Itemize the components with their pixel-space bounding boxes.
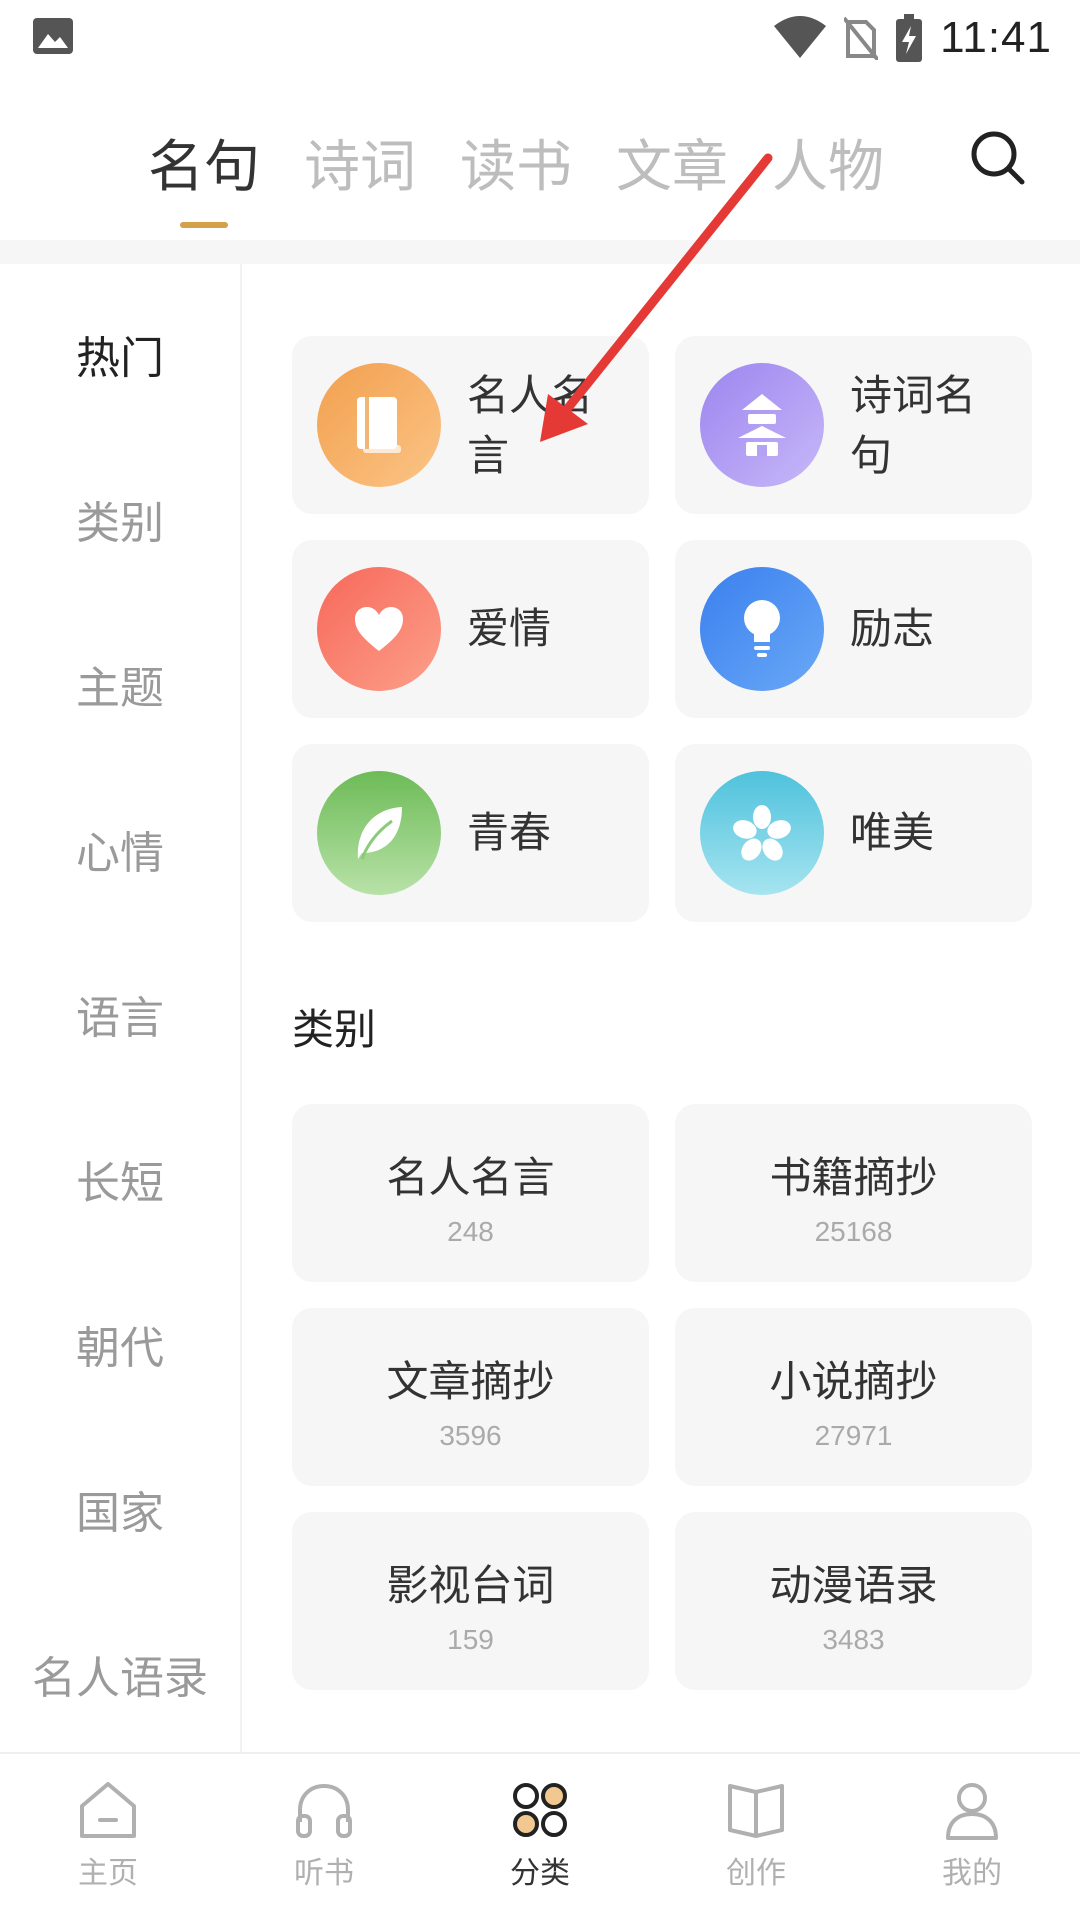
bottom-nav-category[interactable]: 分类: [432, 1778, 648, 1892]
bottom-nav-label: 创作: [726, 1856, 786, 1891]
status-bar: 11:41: [0, 0, 1080, 75]
bottom-nav-label: 听书: [294, 1856, 354, 1891]
category-name: 动漫语录: [769, 1561, 938, 1610]
tab-reading[interactable]: 读书: [460, 122, 572, 203]
nav-item-mood[interactable]: 心情: [0, 817, 240, 881]
hot-card-love[interactable]: 爱情: [292, 540, 649, 718]
category-count: 25168: [814, 1216, 893, 1247]
hot-card-label: 青春: [467, 808, 552, 857]
category-card[interactable]: 动漫语录 3483: [675, 1512, 1032, 1690]
category-card[interactable]: 影视台词 159: [292, 1512, 649, 1690]
no-sim-icon: [844, 16, 879, 60]
hot-card-celebrity-quotes[interactable]: 名人名言: [292, 336, 649, 514]
nav-item-length[interactable]: 长短: [0, 1147, 240, 1211]
left-category-nav: 热门 类别 主题 心情 语言 长短 朝代 国家 名人语录: [0, 264, 242, 1752]
flower-icon: [700, 771, 824, 895]
bottom-nav-bar: 主页 听书 分类 创作 我的: [0, 1752, 1080, 1920]
hot-card-label: 名人名言: [467, 371, 594, 480]
hot-card-label: 爱情: [467, 604, 552, 653]
category-card[interactable]: 名人名言 248: [292, 1104, 649, 1282]
bottom-nav-label: 分类: [510, 1856, 570, 1891]
hot-card-label: 诗词名句: [850, 371, 977, 480]
heart-icon: [317, 567, 441, 691]
category-name: 书籍摘抄: [769, 1153, 938, 1202]
image-notification-icon: [33, 18, 73, 54]
hot-card-label: 唯美: [850, 808, 935, 857]
category-card[interactable]: 小说摘抄 27971: [675, 1308, 1032, 1486]
book-icon: [317, 363, 441, 487]
category-card[interactable]: 书籍摘抄 25168: [675, 1104, 1032, 1282]
lightbulb-icon: [700, 567, 824, 691]
hot-card-youth[interactable]: 青春: [292, 744, 649, 922]
header-divider: [0, 240, 1080, 264]
bottom-nav-create[interactable]: 创作: [648, 1778, 864, 1892]
hot-card-poem-quotes[interactable]: 诗词名句: [675, 336, 1032, 514]
wifi-icon: [774, 16, 827, 58]
category-count: 27971: [814, 1420, 893, 1451]
category-name: 影视台词: [386, 1561, 555, 1610]
battery-charging-icon: [896, 14, 923, 62]
nav-item-theme[interactable]: 主题: [0, 652, 240, 716]
category-grid-icon: [513, 1783, 567, 1837]
tab-people[interactable]: 人物: [772, 122, 884, 203]
tab-quotes[interactable]: 名句: [148, 122, 260, 203]
open-book-icon: [728, 1784, 784, 1838]
category-count: 3596: [439, 1420, 502, 1451]
status-time: 11:41: [940, 13, 1052, 62]
bottom-nav-label: 主页: [78, 1856, 138, 1891]
tab-poems[interactable]: 诗词: [304, 122, 416, 203]
category-name: 文章摘抄: [386, 1357, 555, 1406]
nav-item-dynasty[interactable]: 朝代: [0, 1312, 240, 1376]
top-tab-bar: 名句 诗词 读书 文章 人物: [0, 112, 1080, 242]
nav-item-category[interactable]: 类别: [0, 487, 240, 551]
home-icon: [80, 1782, 136, 1838]
hot-card-aesthetic[interactable]: 唯美: [675, 744, 1032, 922]
nav-item-language[interactable]: 语言: [0, 982, 240, 1046]
nav-item-hot[interactable]: 热门: [0, 322, 240, 386]
bottom-nav-profile[interactable]: 我的: [864, 1778, 1080, 1892]
category-name: 名人名言: [386, 1153, 555, 1202]
pagoda-icon: [700, 363, 824, 487]
category-count: 3483: [822, 1624, 885, 1655]
user-icon: [946, 1783, 998, 1840]
tab-articles[interactable]: 文章: [616, 122, 728, 203]
category-count: 159: [447, 1624, 494, 1655]
category-name: 小说摘抄: [769, 1357, 938, 1406]
search-icon[interactable]: [968, 128, 1028, 188]
category-count: 248: [447, 1216, 494, 1247]
bottom-nav-home[interactable]: 主页: [0, 1778, 216, 1892]
hot-card-inspiration[interactable]: 励志: [675, 540, 1032, 718]
category-card[interactable]: 文章摘抄 3596: [292, 1308, 649, 1486]
headphones-icon: [296, 1783, 352, 1838]
active-tab-indicator: [180, 222, 228, 228]
section-title-category: 类别: [292, 1005, 377, 1054]
content-panel: 名人名言 诗词名句 爱情 励志 青春 唯美 类别 名人名言 248 书籍摘抄 2…: [242, 264, 1080, 1752]
bottom-nav-audiobook[interactable]: 听书: [216, 1778, 432, 1892]
nav-item-celebrity-quotes[interactable]: 名人语录: [0, 1642, 240, 1706]
bottom-nav-label: 我的: [942, 1856, 1002, 1891]
leaf-icon: [317, 771, 441, 895]
nav-item-country[interactable]: 国家: [0, 1477, 240, 1541]
hot-card-label: 励志: [850, 604, 935, 653]
